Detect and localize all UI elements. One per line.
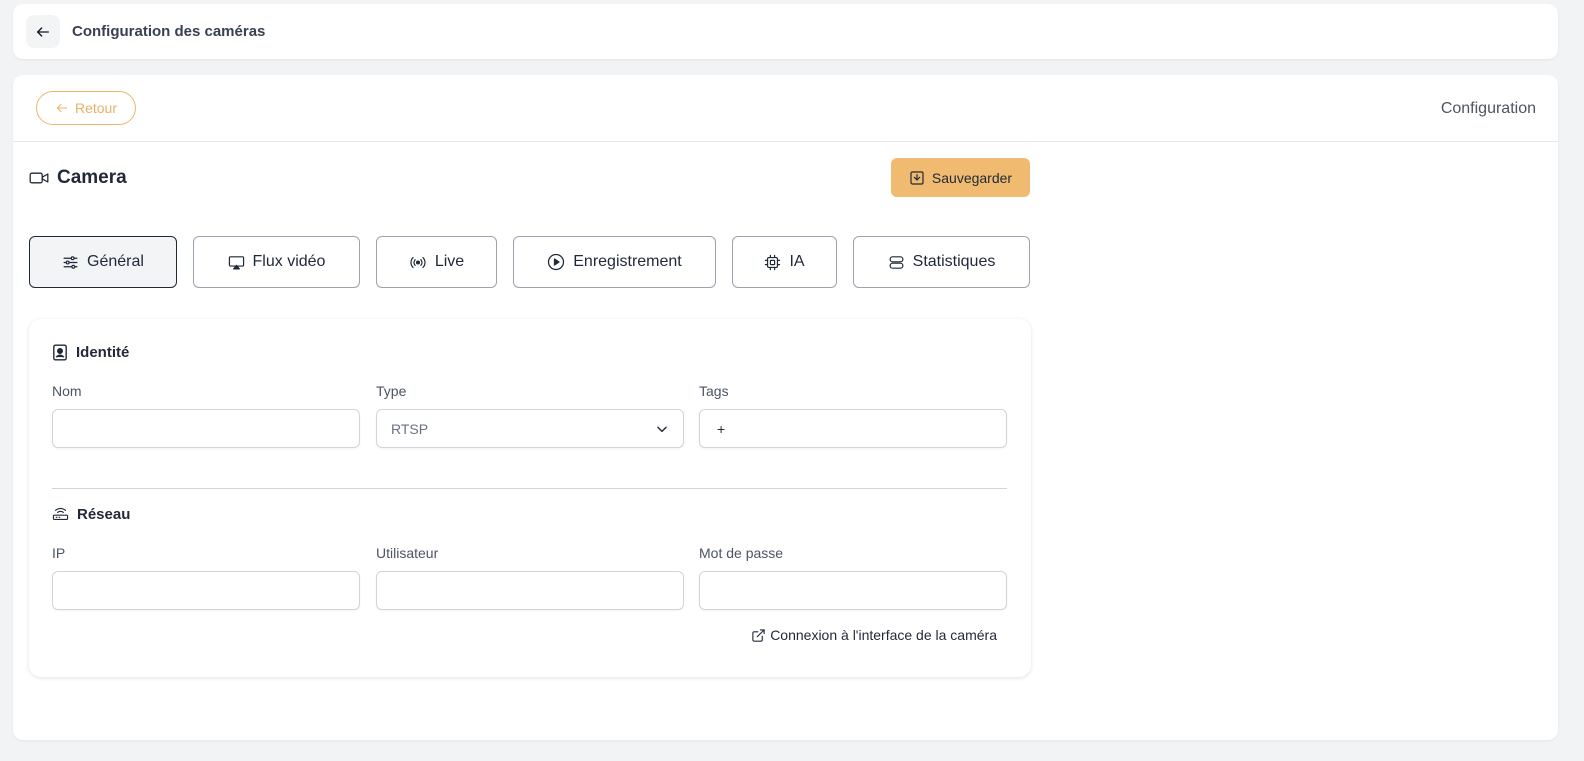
page-title: Configuration des caméras bbox=[72, 23, 266, 40]
arrow-left-icon bbox=[37, 26, 49, 37]
general-form-card: Identité Nom Type RTSP Tags + Réseau IP … bbox=[29, 319, 1031, 677]
main-header: Retour Configuration bbox=[13, 75, 1558, 142]
camera-title: Camera bbox=[57, 167, 127, 188]
video-camera-icon bbox=[29, 172, 49, 184]
id-badge-icon bbox=[53, 344, 67, 361]
password-input[interactable] bbox=[699, 571, 1007, 610]
server-icon bbox=[889, 255, 904, 269]
tab-label: IA bbox=[789, 253, 805, 270]
retour-label: Retour bbox=[74, 100, 118, 116]
save-button[interactable]: Sauvegarder bbox=[891, 158, 1030, 197]
retour-button[interactable]: Retour bbox=[36, 91, 136, 125]
tab-label: Flux vidéo bbox=[252, 253, 326, 270]
tab-label: Enregistrement bbox=[573, 253, 682, 270]
tab-label: Général bbox=[87, 253, 144, 270]
identity-section-title: Identité bbox=[52, 344, 129, 361]
router-icon bbox=[52, 507, 69, 521]
camera-heading: Camera bbox=[29, 167, 127, 189]
identity-title: Identité bbox=[76, 344, 130, 361]
save-label: Sauvegarder bbox=[931, 169, 1013, 186]
back-arrow-button[interactable] bbox=[26, 15, 60, 48]
tab-ia[interactable]: IA bbox=[732, 236, 837, 288]
camera-interface-link-label: Connexion à l'interface de la caméra bbox=[770, 627, 997, 643]
name-label: Nom bbox=[52, 383, 82, 399]
top-bar: Configuration des caméras bbox=[13, 4, 1558, 59]
password-label: Mot de passe bbox=[699, 545, 784, 561]
type-label: Type bbox=[376, 383, 407, 399]
tab-live[interactable]: Live bbox=[376, 236, 497, 288]
tab-label: Statistiques bbox=[912, 253, 996, 270]
tab-statistiques[interactable]: Statistiques bbox=[853, 236, 1030, 288]
tab-label: Live bbox=[434, 253, 465, 270]
external-link-icon bbox=[752, 628, 765, 642]
configuration-label: Configuration bbox=[1440, 100, 1536, 117]
network-section-title: Réseau bbox=[52, 506, 130, 523]
main-panel: Retour Configuration Camera Sauvegarder … bbox=[13, 75, 1558, 740]
tags-label: Tags bbox=[699, 383, 729, 399]
ip-label: IP bbox=[52, 545, 66, 561]
sliders-icon bbox=[63, 255, 78, 269]
section-divider bbox=[52, 488, 1007, 489]
monitor-icon bbox=[228, 255, 244, 269]
tab-general[interactable]: Général bbox=[29, 236, 177, 288]
type-select[interactable]: RTSP bbox=[376, 409, 684, 448]
type-selected-value: RTSP bbox=[391, 420, 429, 437]
ip-input[interactable] bbox=[52, 571, 360, 610]
tab-flux-video[interactable]: Flux vidéo bbox=[193, 236, 360, 288]
save-download-icon bbox=[910, 170, 924, 185]
tags-input[interactable]: + bbox=[699, 409, 1007, 448]
arrow-left-icon bbox=[56, 103, 68, 113]
cpu-icon bbox=[765, 254, 781, 270]
camera-interface-link[interactable]: Connexion à l'interface de la caméra bbox=[751, 627, 997, 643]
play-circle-icon bbox=[548, 253, 565, 271]
network-title: Réseau bbox=[77, 506, 131, 523]
name-input[interactable] bbox=[52, 409, 360, 448]
tab-enregistrement[interactable]: Enregistrement bbox=[513, 236, 716, 288]
chevron-down-icon bbox=[657, 426, 667, 432]
user-input[interactable] bbox=[376, 571, 684, 610]
broadcast-icon bbox=[410, 256, 426, 268]
add-tag-button[interactable]: + bbox=[717, 421, 725, 437]
user-label: Utilisateur bbox=[376, 545, 439, 561]
